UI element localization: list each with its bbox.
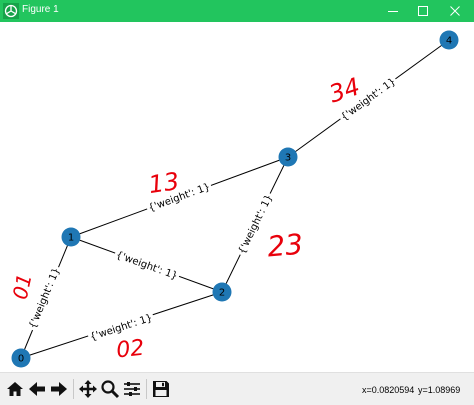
- window-title: Figure 1: [22, 4, 59, 15]
- configure-subplots-button[interactable]: [122, 379, 142, 399]
- window-titlebar[interactable]: Figure 1: [0, 0, 474, 22]
- node-2: 2: [212, 282, 232, 302]
- matplotlib-app-icon: [3, 3, 19, 19]
- maximize-icon: [418, 6, 428, 16]
- annotation-13: 13: [147, 167, 181, 199]
- arrow-right-icon: [51, 382, 67, 396]
- close-icon: [450, 6, 460, 16]
- edge-label-1-2: {'weight': 1}: [112, 246, 182, 284]
- node-3: 3: [278, 147, 298, 167]
- node-label: 0: [18, 354, 24, 365]
- node-label: 1: [68, 233, 74, 244]
- toolbar-separator: [146, 379, 147, 399]
- home-button[interactable]: [5, 379, 25, 399]
- node-0: 0: [11, 348, 31, 368]
- graph-plot: {'weight': 1} {'weight': 1} {'weight': 1…: [8, 30, 459, 368]
- home-icon: [7, 382, 23, 396]
- figure-canvas[interactable]: {'weight': 1} {'weight': 1} {'weight': 1…: [0, 22, 474, 372]
- magnifier-icon: [101, 380, 120, 399]
- save-button[interactable]: [151, 379, 171, 399]
- cursor-y-readout: y=1.08969: [418, 385, 461, 395]
- node-label: 2: [219, 288, 225, 299]
- zoom-button[interactable]: [100, 379, 120, 399]
- back-button[interactable]: [27, 379, 47, 399]
- close-button[interactable]: [440, 0, 470, 22]
- navigation-toolbar: x=0.0820594 y=1.08969: [0, 372, 474, 405]
- pan-button[interactable]: [78, 379, 98, 399]
- minimize-button[interactable]: [378, 0, 408, 22]
- maximize-button[interactable]: [408, 0, 438, 22]
- forward-button[interactable]: [49, 379, 69, 399]
- minimize-icon: [388, 11, 398, 12]
- arrow-left-icon: [29, 382, 45, 396]
- node-label: 3: [285, 153, 291, 164]
- toolbar-separator: [73, 379, 74, 399]
- cursor-x-readout: x=0.0820594: [362, 385, 415, 395]
- annotation-02: 02: [115, 336, 145, 364]
- annotation-01: 01: [8, 272, 37, 302]
- node-label: 4: [446, 36, 452, 47]
- sliders-icon: [124, 382, 140, 396]
- move-icon: [79, 380, 97, 398]
- node-1: 1: [61, 227, 81, 247]
- node-4: 4: [439, 30, 459, 50]
- floppy-disk-icon: [153, 381, 169, 397]
- annotation-23: 23: [266, 228, 304, 264]
